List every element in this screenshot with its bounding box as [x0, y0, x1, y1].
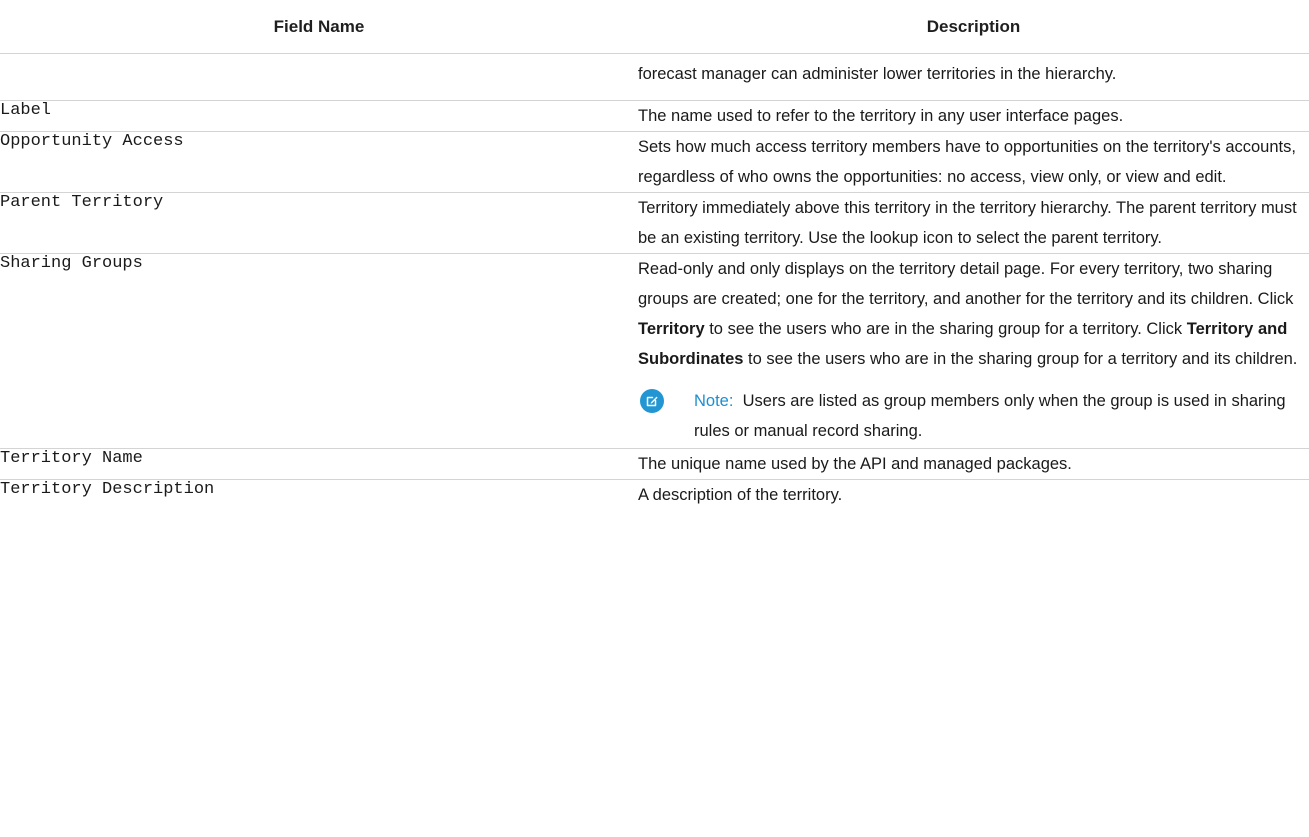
note-label: Note:	[694, 392, 734, 410]
field-name: Sharing Groups	[0, 253, 638, 449]
field-name: Opportunity Access	[0, 131, 638, 193]
field-name: Parent Territory	[0, 192, 638, 254]
note-callout: Note: Users are listed as group members …	[638, 386, 1309, 448]
table-row: forecast manager can administer lower te…	[0, 53, 1309, 101]
field-description: The unique name used by the API and mana…	[638, 448, 1309, 480]
field-description: Sets how much access territory members h…	[638, 131, 1309, 193]
field-description-table: Field Name Description forecast manager …	[0, 0, 1309, 510]
table-row: Label The name used to refer to the terr…	[0, 100, 1309, 132]
field-description: Read-only and only displays on the terri…	[638, 253, 1309, 449]
table-row: Opportunity Access Sets how much access …	[0, 131, 1309, 193]
bold-term: Territory	[638, 320, 705, 338]
table-header-row: Field Name Description	[0, 0, 1309, 54]
field-description: forecast manager can administer lower te…	[638, 53, 1309, 101]
field-description: Territory immediately above this territo…	[638, 192, 1309, 254]
field-name: Label	[0, 100, 638, 132]
field-name: Territory Name	[0, 448, 638, 480]
bold-term: Territory and Subordinates	[638, 320, 1288, 368]
field-name-header: Field Name	[0, 0, 638, 54]
field-description: A description of the territory.	[638, 486, 843, 504]
field-name	[0, 53, 638, 101]
field-description: The name used to refer to the territory …	[638, 100, 1309, 132]
table-row: Territory Description A description of t…	[0, 480, 1309, 511]
field-name: Territory Description	[0, 480, 215, 499]
table-body: forecast manager can administer lower te…	[0, 53, 1309, 511]
description-text: Read-only and only displays on the terri…	[638, 260, 1298, 368]
edit-note-icon	[640, 389, 664, 413]
table-row: Sharing Groups Read-only and only displa…	[0, 253, 1309, 449]
table-row: Parent Territory Territory immediately a…	[0, 192, 1309, 254]
note-text: Users are listed as group members only w…	[694, 392, 1286, 440]
description-header: Description	[638, 0, 1309, 54]
table-row: Territory Name The unique name used by t…	[0, 448, 1309, 480]
